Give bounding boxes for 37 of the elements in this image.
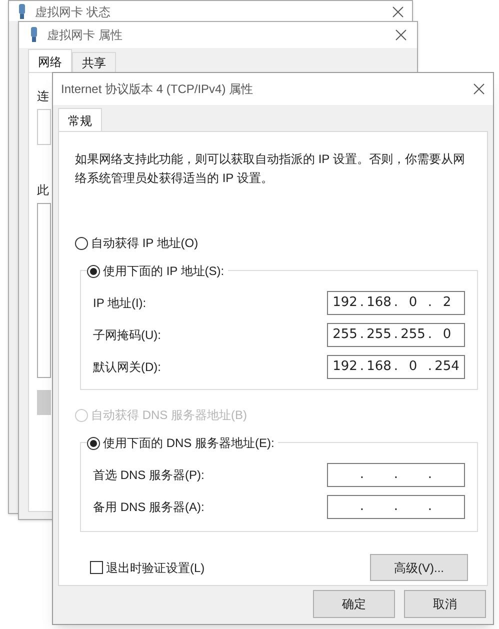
dialog-button[interactable]: 取消 [404,590,486,618]
field-label: 备用 DNS 服务器(A): [93,499,204,516]
window-title: 虚拟网卡 状态 [35,5,112,19]
close-icon[interactable] [392,6,404,18]
radio-button[interactable] [75,236,88,250]
ip-address-field[interactable]: 192 . 168 . 0 . 2 [327,291,465,315]
field-label: 子网掩码(U): [93,327,161,344]
dialog-button[interactable]: 确定 [313,590,395,618]
ip-address-field[interactable]: 255 . 255 . 255 . 0 [327,323,465,347]
tab[interactable]: 网络 [28,49,72,72]
field-label: 首选 DNS 服务器(P): [93,467,204,484]
close-icon[interactable] [395,29,407,41]
tab[interactable]: 常规 [58,108,102,131]
radio-label: 自动获得 IP 地址(O) [91,235,198,252]
window-title: 虚拟网卡 属性 [47,27,124,44]
ip-address-field[interactable]: . . . [327,495,465,519]
description-text: 如果网络支持此功能，则可以获取自动指派的 IP 设置。否则，你需要从网络系统管理员处获得适当的 IP 设置。 [75,151,466,187]
radio-label: 使用下面的 IP 地址(S): [103,263,224,280]
tab[interactable]: 共享 [72,52,116,72]
adapter-box [37,109,51,145]
ip-address-field[interactable]: . . . [327,463,465,487]
field-label: IP 地址(I): [93,295,146,312]
network-adapter-icon [29,27,39,43]
cut-label: 此 [37,182,49,199]
radio-button[interactable] [87,264,100,278]
network-adapter-icon [17,4,27,20]
close-icon[interactable] [473,83,485,95]
checkbox-label: 退出时验证设置(L) [106,560,205,576]
radio-label: 使用下面的 DNS 服务器地址(E): [103,435,274,452]
window-title: Internet 协议版本 4 (TCP/IPv4) 属性 [61,81,254,98]
radio-button[interactable] [87,436,100,450]
field-label: 默认网关(D): [93,359,161,376]
checkbox[interactable] [90,561,103,574]
ip-address-field[interactable]: 192 . 168 . 0 . 254 [327,355,465,379]
advanced-button[interactable]: 高级(V)... [370,554,468,581]
radio-label: 自动获得 DNS 服务器地址(B) [91,407,247,424]
cut-label: 连 [37,88,49,105]
